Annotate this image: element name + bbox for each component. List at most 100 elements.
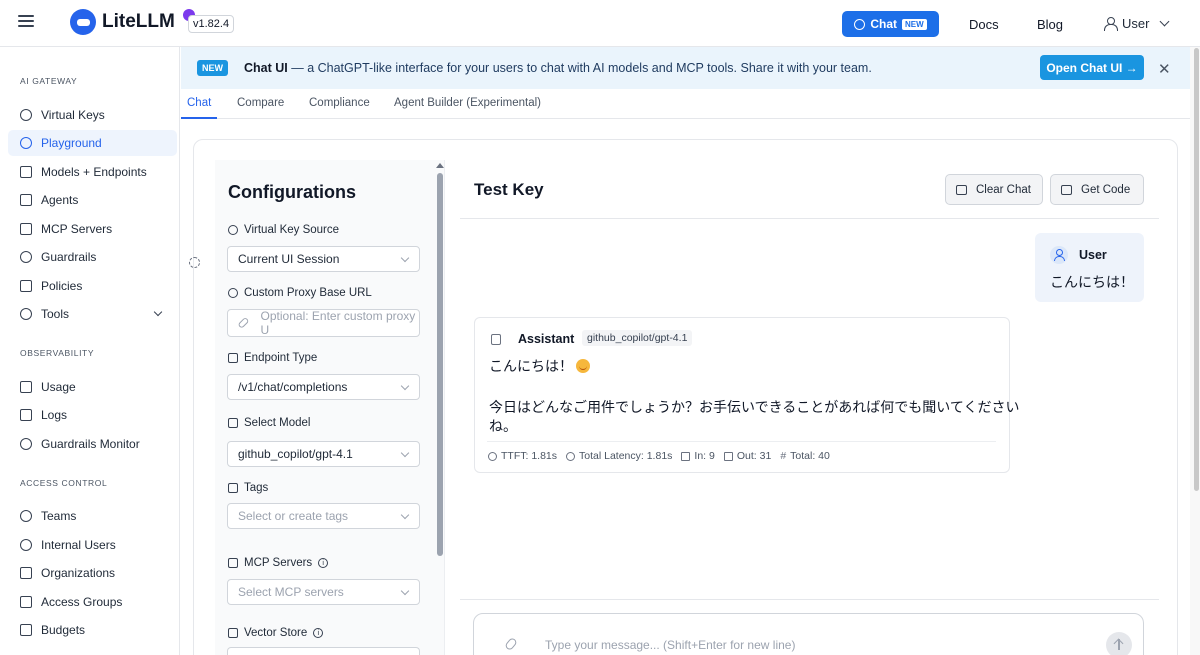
chevron-down-icon (1160, 16, 1170, 27)
sidebar-item-mcp-servers[interactable]: MCP Servers (8, 216, 177, 242)
open-chat-ui-button[interactable]: Open Chat UI → (1040, 55, 1144, 80)
settings-icon (228, 288, 238, 298)
mcp-servers-label: MCP Servers i (228, 557, 329, 569)
tool-icon (228, 558, 238, 568)
user-menu[interactable]: User (1104, 16, 1170, 31)
sidebar-item-access-groups[interactable]: Access Groups (8, 589, 177, 615)
assistant-message-line-1: こんにちは！ (489, 356, 590, 376)
sidebar-item-agents[interactable]: Agents (8, 187, 177, 213)
metric-text: Total Latency: 1.81s (579, 450, 673, 462)
tab-chat[interactable]: Chat (187, 97, 211, 109)
chat-new-badge: NEW (902, 18, 927, 30)
info-icon[interactable]: i (313, 628, 324, 638)
select-value: github_copilot/gpt-4.1 (238, 447, 353, 461)
response-metrics: TTFT: 1.81s Total Latency: 1.81s In: 9 O… (488, 450, 830, 462)
sidebar-item-label: Guardrails (41, 250, 97, 264)
chevron-down-icon (400, 381, 410, 391)
get-code-button[interactable]: Get Code (1050, 174, 1144, 205)
smile-emoji-icon (576, 359, 590, 373)
sidebar-item-label: Access Groups (41, 595, 123, 609)
wrench-icon (20, 308, 32, 320)
metric-tokens-in: In: 9 (681, 450, 715, 462)
sidebar-item-tools[interactable]: Tools (8, 301, 177, 327)
logo[interactable]: LiteLLM (70, 9, 175, 35)
link-icon (237, 317, 250, 329)
chat-button-label: Chat (870, 17, 897, 31)
sidebar-item-usage[interactable]: Usage (8, 374, 177, 400)
section-title-access-control: ACCESS CONTROL (20, 478, 108, 488)
model-select[interactable]: github_copilot/gpt-4.1 (227, 441, 420, 467)
robot-icon (491, 334, 501, 345)
user-message-author: User (1079, 248, 1107, 262)
playground-tabs: Chat Compare Compliance Agent Builder (E… (181, 89, 1190, 119)
label-text: Tags (244, 482, 269, 494)
sidebar-item-label: MCP Servers (41, 222, 113, 236)
send-button[interactable] (1106, 632, 1132, 655)
metric-tokens-total: # Total: 40 (780, 450, 830, 462)
info-icon[interactable]: i (318, 558, 329, 568)
sidebar-item-label: Guardrails Monitor (41, 437, 140, 451)
sidebar-item-label: Teams (41, 509, 77, 523)
assistant-message-author: Assistant (518, 332, 575, 346)
tab-compliance[interactable]: Compliance (309, 97, 370, 109)
section-title-observability: OBSERVABILITY (20, 348, 95, 358)
config-scrollbar-thumb[interactable] (437, 173, 443, 556)
tag-icon (228, 483, 238, 493)
bank-icon (20, 567, 32, 579)
sidebar-item-guardrails[interactable]: Guardrails (8, 244, 177, 270)
wallet-icon (20, 624, 32, 636)
docs-link[interactable]: Docs (969, 17, 999, 32)
active-tab-indicator (181, 117, 217, 119)
select-placeholder: Select MCP servers (238, 585, 344, 599)
user-message-text: こんにちは！ (1050, 274, 1134, 290)
version-badge: v1.82.4 (188, 15, 235, 33)
chat-button[interactable]: Chat NEW (842, 11, 939, 37)
paperclip-icon[interactable] (504, 636, 518, 652)
import-icon (681, 451, 691, 461)
user-icon (20, 539, 32, 551)
announcement-banner: NEW Chat UI — a ChatGPT-like interface f… (181, 47, 1190, 89)
sidebar-item-budgets[interactable]: Budgets (8, 617, 177, 643)
sidebar-item-organizations[interactable]: Organizations (8, 560, 177, 586)
shield-icon (20, 251, 32, 263)
page-scrollbar-thumb[interactable] (1194, 48, 1199, 491)
sidebar-item-label: Virtual Keys (41, 108, 105, 122)
proxy-url-input[interactable]: Optional: Enter custom proxy U (227, 309, 420, 337)
menu-toggle-icon[interactable] (18, 15, 34, 29)
chevron-down-icon (400, 448, 410, 458)
model-settings-gear-icon[interactable] (189, 257, 200, 268)
blog-link[interactable]: Blog (1037, 17, 1063, 32)
tags-select[interactable]: Select or create tags (227, 503, 420, 529)
user-avatar-icon (1050, 246, 1068, 264)
sidebar-item-internal-users[interactable]: Internal Users (8, 532, 177, 558)
sidebar-item-teams[interactable]: Teams (8, 503, 177, 529)
document-icon (20, 280, 32, 292)
clear-chat-button[interactable]: Clear Chat (945, 174, 1043, 205)
sidebar-item-virtual-keys[interactable]: Virtual Keys (8, 102, 177, 128)
sidebar-item-playground[interactable]: Playground (8, 130, 177, 156)
virtual-key-source-select[interactable]: Current UI Session (227, 246, 420, 272)
input-divider (460, 599, 1159, 600)
sidebar-item-policies[interactable]: Policies (8, 273, 177, 299)
metric-text: Total: 40 (790, 450, 830, 462)
tab-agent-builder[interactable]: Agent Builder (Experimental) (394, 97, 541, 109)
close-icon[interactable]: ✕ (1158, 60, 1171, 78)
endpoint-type-select[interactable]: /v1/chat/completions (227, 374, 420, 400)
assistant-message-line-3: ね。 (489, 418, 517, 434)
bar-chart-icon (20, 381, 32, 393)
team-icon (20, 510, 32, 522)
sidebar-item-logs[interactable]: Logs (8, 402, 177, 428)
vector-store-select[interactable] (227, 647, 420, 655)
chat-bubble-icon (854, 18, 866, 30)
tab-compare[interactable]: Compare (237, 97, 284, 109)
banner-title: Chat UI (244, 61, 288, 75)
metric-text: Out: 31 (736, 450, 772, 462)
message-input[interactable]: Type your message... (Shift+Enter for ne… (473, 613, 1144, 655)
metrics-divider (487, 441, 996, 442)
logo-text: LiteLLM (102, 11, 175, 32)
sidebar-item-models-endpoints[interactable]: Models + Endpoints (8, 159, 177, 185)
sidebar-item-guardrails-monitor[interactable]: Guardrails Monitor (8, 431, 177, 457)
mcp-servers-select[interactable]: Select MCP servers (227, 579, 420, 605)
config-scroll-up-icon[interactable] (436, 163, 444, 168)
sidebar-item-label: Organizations (41, 566, 116, 580)
